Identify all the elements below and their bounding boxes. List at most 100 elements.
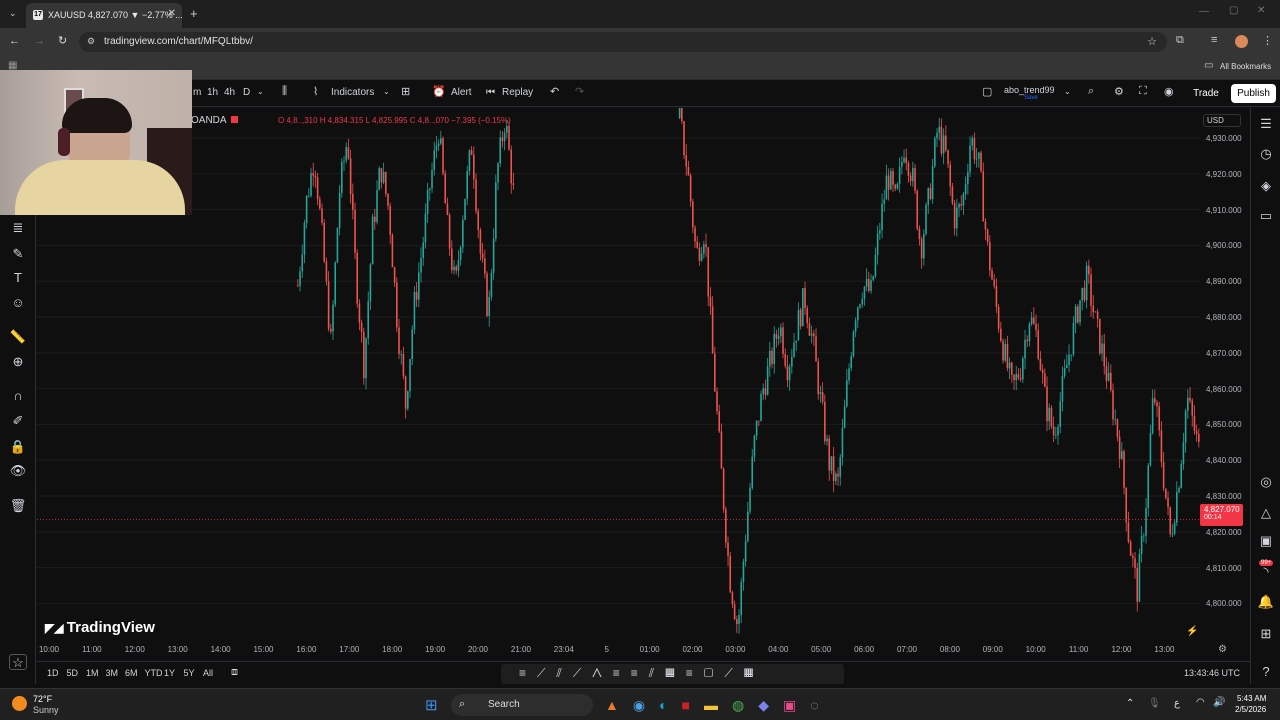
- browser-menu-icon[interactable]: ⋮: [1262, 34, 1273, 47]
- weather-temp[interactable]: 72°F: [33, 694, 52, 704]
- target-icon[interactable]: ◎: [1257, 474, 1275, 490]
- templates-icon[interactable]: ⊞: [401, 85, 410, 98]
- profile-avatar[interactable]: [1235, 35, 1248, 48]
- quick-search-icon[interactable]: ⌕: [1088, 85, 1094, 98]
- currency-selector[interactable]: USD: [1203, 114, 1241, 127]
- utc-clock[interactable]: 13:43:46 UTC: [1184, 668, 1240, 678]
- ideas-icon[interactable]: △: [1257, 505, 1275, 521]
- interval-4h[interactable]: 4h: [224, 87, 235, 98]
- range-5d-button[interactable]: 5D: [67, 668, 79, 678]
- back-icon[interactable]: ←: [9, 35, 20, 47]
- url-field[interactable]: ⚙ tradingview.com/chart/MFQLtbbv/ ☆: [79, 32, 1167, 52]
- range-3m-button[interactable]: 3M: [106, 668, 119, 678]
- streams-icon[interactable]: ◝: [1257, 564, 1275, 580]
- interval-m[interactable]: m: [193, 87, 201, 98]
- wifi-icon[interactable]: ◠: [1196, 697, 1205, 708]
- language-icon[interactable]: ع: [1174, 698, 1180, 709]
- chat-icon[interactable]: ▭: [1257, 208, 1275, 224]
- layout-icon[interactable]: ▢: [982, 85, 992, 98]
- favorites-star-icon[interactable]: ☆: [9, 654, 27, 670]
- range-6m-button[interactable]: 6M: [125, 668, 138, 678]
- app-icon[interactable]: ◌: [810, 697, 832, 713]
- tab-search-icon[interactable]: ⌄: [9, 8, 17, 19]
- volume-icon[interactable]: 🔊: [1213, 697, 1225, 708]
- layout-dropdown-icon[interactable]: ⌄: [1064, 87, 1071, 96]
- chart-pane[interactable]: OANDA O 4,8..,310 H 4,834.315 L 4,825.99…: [37, 108, 1200, 640]
- bookmark-star-icon[interactable]: ☆: [1147, 35, 1157, 48]
- reload-icon[interactable]: ↻: [58, 34, 67, 47]
- extensions-icon[interactable]: ⧉: [1176, 34, 1184, 47]
- layers-icon[interactable]: ◈: [1257, 178, 1275, 194]
- all-bookmarks-link[interactable]: All Bookmarks: [1220, 62, 1271, 71]
- app-icon[interactable]: ▣: [783, 697, 810, 713]
- taskbar-search[interactable]: ⌕ Search: [451, 694, 593, 716]
- teams-icon[interactable]: ◆: [758, 697, 783, 713]
- forward-icon[interactable]: →: [34, 35, 45, 47]
- replay-button[interactable]: Replay: [502, 87, 533, 98]
- price-axis[interactable]: USD 4,930.000 4,920.000 4,910.000 4,900.000…: [1200, 108, 1249, 640]
- range-1m-button[interactable]: 1M: [86, 668, 99, 678]
- lock-drawings-icon[interactable]: 🔒: [9, 439, 27, 455]
- fullscreen-icon[interactable]: ⛶: [1139, 85, 1147, 98]
- auto-scale-icon[interactable]: ⚙: [1218, 644, 1227, 655]
- candlestick-chart[interactable]: [37, 108, 1200, 640]
- emoji-tool-icon[interactable]: ☺: [9, 295, 27, 311]
- trade-button[interactable]: Trade: [1189, 84, 1223, 103]
- edge-icon[interactable]: ◐: [659, 697, 681, 713]
- undo-icon[interactable]: ↶: [550, 85, 559, 98]
- indicators-dropdown-icon[interactable]: ⌄: [383, 87, 390, 96]
- indicators-icon[interactable]: ⌇: [313, 85, 318, 98]
- drawing-favorites-icons[interactable]: ≡⟋⫽⟋⋀≡≡⫽▦≡▢⟋▦: [519, 666, 764, 680]
- brush-tool-icon[interactable]: ✎: [9, 246, 27, 262]
- interval-1h[interactable]: 1h: [207, 87, 218, 98]
- browser-tab[interactable]: 17 XAUUSD 4,827.070 ▼ −2.77% ... ✕: [26, 3, 182, 28]
- settings-icon[interactable]: ⚙: [1114, 85, 1124, 98]
- taskbar-time[interactable]: 5:43 AM: [1237, 694, 1266, 703]
- reading-list-icon[interactable]: ≡: [1211, 34, 1217, 46]
- app-icon[interactable]: ◉: [633, 697, 659, 713]
- ruler-tool-icon[interactable]: 📏: [9, 329, 27, 345]
- zoom-tool-icon[interactable]: ⊕: [9, 354, 27, 370]
- range-ytd-button[interactable]: YTD: [145, 668, 163, 678]
- snapshot-icon[interactable]: ◉: [1164, 85, 1174, 98]
- watchlist-icon[interactable]: ☰: [1257, 116, 1275, 132]
- bell-icon[interactable]: 🔔: [1257, 594, 1275, 610]
- calendar-icon[interactable]: ▣: [1257, 533, 1275, 549]
- range-1d-button[interactable]: 1D: [47, 668, 59, 678]
- alerts-clock-icon[interactable]: ◷: [1257, 146, 1275, 162]
- symbol-exchange[interactable]: OANDA: [191, 115, 227, 126]
- weather-icon[interactable]: [12, 696, 27, 711]
- help-icon[interactable]: ?: [1257, 664, 1275, 680]
- app-icon[interactable]: ■: [682, 697, 704, 713]
- interval-d[interactable]: D: [243, 87, 250, 98]
- fib-tool-icon[interactable]: ≣: [9, 220, 27, 236]
- apps-grid-icon[interactable]: ⊞: [1257, 626, 1275, 642]
- mic-icon[interactable]: 🎙: [1148, 698, 1161, 709]
- file-explorer-icon[interactable]: ▬: [704, 697, 732, 713]
- time-axis[interactable]: 10:00 11:00 12:00 13:00 14:00 15:00 16:00 17:00…: [37, 640, 1200, 660]
- trash-icon[interactable]: 🗑: [9, 498, 27, 514]
- alert-icon[interactable]: ⏰: [432, 85, 446, 98]
- app-icon[interactable]: ▲: [605, 697, 633, 713]
- stay-drawing-icon[interactable]: ✐: [9, 413, 27, 429]
- site-info-icon[interactable]: ⚙: [87, 36, 95, 47]
- maximize-icon[interactable]: ▢: [1229, 5, 1238, 16]
- close-window-icon[interactable]: ✕: [1257, 5, 1265, 16]
- alert-button[interactable]: Alert: [451, 87, 472, 98]
- new-tab-icon[interactable]: +: [190, 6, 198, 21]
- range-all-button[interactable]: All: [203, 668, 213, 678]
- chart-type-icon[interactable]: ⫼: [282, 85, 287, 98]
- start-icon[interactable]: ⊞: [425, 696, 438, 714]
- range-1y-button[interactable]: 1Y: [164, 668, 175, 678]
- lightning-icon[interactable]: ⚡: [1186, 626, 1198, 637]
- indicators-button[interactable]: Indicators: [331, 87, 374, 98]
- go-to-date-icon[interactable]: ⧈: [231, 666, 238, 679]
- chrome-icon[interactable]: ◍: [732, 697, 758, 713]
- layout-name[interactable]: abo_trend99: [1004, 85, 1055, 95]
- publish-button[interactable]: Publish: [1231, 84, 1276, 103]
- replay-icon[interactable]: ⏮: [486, 87, 495, 98]
- text-tool-icon[interactable]: T: [9, 270, 27, 286]
- magnet-tool-icon[interactable]: ∩: [9, 388, 27, 404]
- range-5y-button[interactable]: 5Y: [184, 668, 195, 678]
- interval-dropdown-icon[interactable]: ⌄: [257, 87, 264, 96]
